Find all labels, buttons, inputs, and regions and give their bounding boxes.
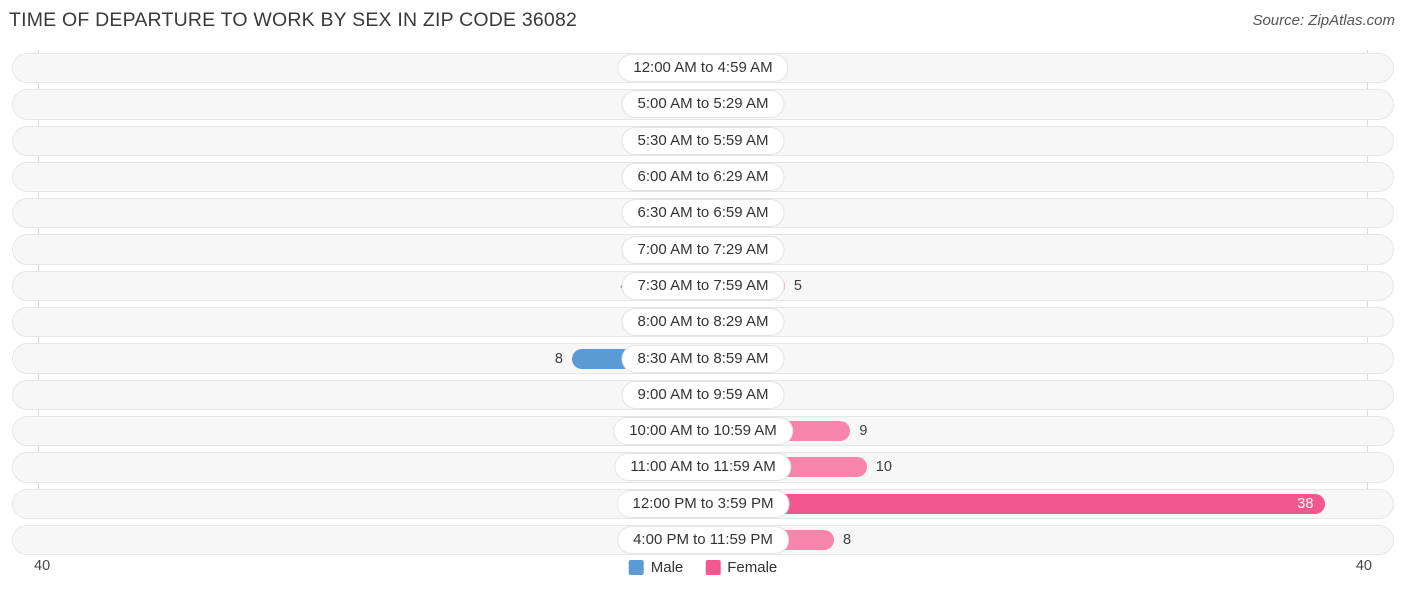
bar-female[interactable] [703,493,1326,514]
chart-row: 007:00 AM to 7:29 AM [0,231,1406,267]
value-label-female: 8 [843,532,852,548]
chart-row: 457:30 AM to 7:59 AM [0,268,1406,304]
axis-end-left: 40 [34,558,51,574]
legend-item-male[interactable]: Male [628,559,684,576]
category-label: 6:00 AM to 6:29 AM [622,164,784,191]
category-label: 6:30 AM to 6:59 AM [622,200,784,227]
chart-header: TIME OF DEPARTURE TO WORK BY SEX IN ZIP … [0,0,1406,46]
page-title: TIME OF DEPARTURE TO WORK BY SEX IN ZIP … [9,9,578,31]
category-label: 7:00 AM to 7:29 AM [622,236,784,263]
category-label: 12:00 AM to 4:59 AM [618,55,788,82]
chart-plot-area: 0012:00 AM to 4:59 AM005:00 AM to 5:29 A… [0,50,1406,556]
legend-label-male: Male [650,559,684,576]
chart-row: 005:00 AM to 5:29 AM [0,86,1406,122]
category-label: 5:00 AM to 5:29 AM [622,91,784,118]
chart-legend: Male Female [628,559,777,576]
value-label-female: 38 [1297,495,1314,512]
category-label: 8:00 AM to 8:29 AM [622,309,784,336]
category-label: 11:00 AM to 11:59 AM [615,454,791,481]
chart-row: 008:00 AM to 8:29 AM [0,304,1406,340]
chart-footer: 40 40 Male Female [0,552,1406,595]
chart-row: 03812:00 PM to 3:59 PM [0,486,1406,522]
chart-rows: 0012:00 AM to 4:59 AM005:00 AM to 5:29 A… [0,50,1406,558]
category-label: 7:30 AM to 7:59 AM [622,272,784,299]
chart-row: 005:30 AM to 5:59 AM [0,123,1406,159]
source-attribution: Source: ZipAtlas.com [1252,12,1395,29]
chart-page: TIME OF DEPARTURE TO WORK BY SEX IN ZIP … [0,0,1406,595]
value-label-male: 8 [554,350,563,367]
legend-swatch-female-icon [705,560,721,575]
chart-row: 808:30 AM to 8:59 AM [0,340,1406,376]
chart-row: 039:00 AM to 9:59 AM [0,377,1406,413]
chart-row: 006:00 AM to 6:29 AM [0,159,1406,195]
value-label-female: 9 [859,423,868,440]
legend-swatch-male-icon [628,560,644,575]
legend-label-female: Female [727,559,778,576]
value-label-female: 10 [875,459,892,476]
chart-row: 01011:00 AM to 11:59 AM [0,449,1406,485]
category-label: 5:30 AM to 5:59 AM [622,127,784,154]
category-label: 9:00 AM to 9:59 AM [622,381,784,408]
chart-row: 0012:00 AM to 4:59 AM [0,50,1406,86]
chart-row: 0910:00 AM to 10:59 AM [0,413,1406,449]
value-label-female: 5 [793,277,802,294]
category-label: 12:00 PM to 3:59 PM [617,490,789,517]
chart-row: 006:30 AM to 6:59 AM [0,195,1406,231]
axis-end-right: 40 [1355,558,1372,574]
category-label: 4:00 PM to 11:59 PM [618,527,788,553]
legend-item-female[interactable]: Female [705,559,777,576]
category-label: 8:30 AM to 8:59 AM [622,345,784,372]
category-label: 10:00 AM to 10:59 AM [614,418,792,445]
